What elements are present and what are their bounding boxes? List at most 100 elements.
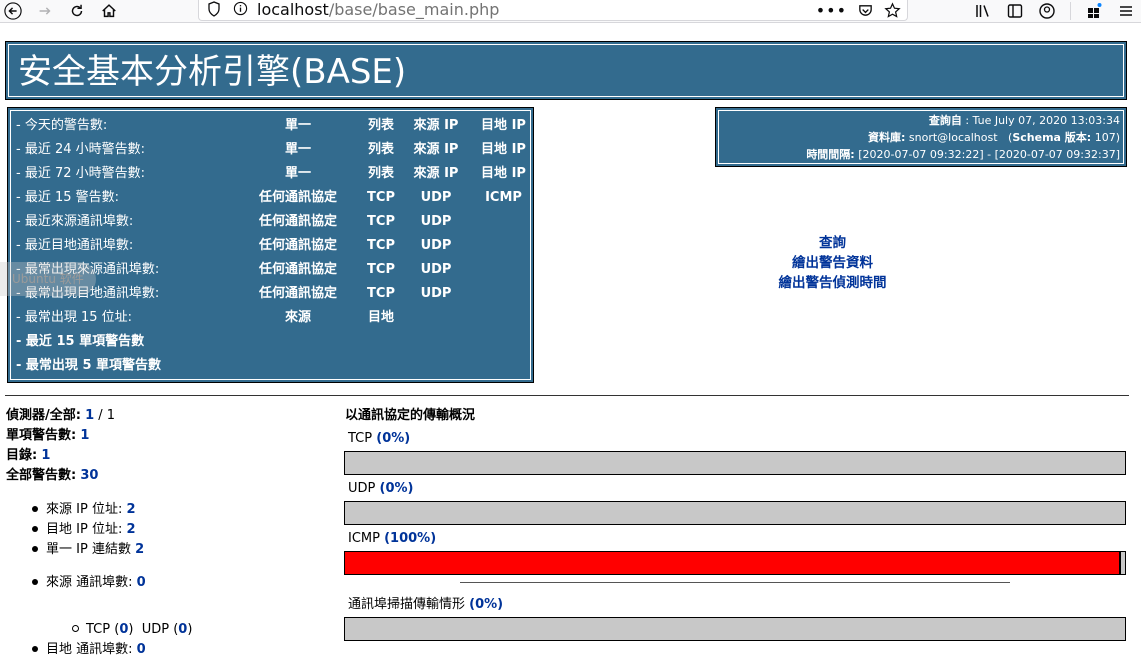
- sensors-value[interactable]: 1: [85, 408, 94, 423]
- bullet-icon: [32, 525, 38, 532]
- page-header: 安全基本分析引擎(BASE): [5, 41, 1127, 100]
- forward-button[interactable]: [32, 0, 58, 22]
- link-cell-3[interactable]: UDP: [406, 258, 466, 282]
- link-cell-4[interactable]: 目地 IP: [471, 162, 536, 186]
- extensions-icon[interactable]: [1085, 2, 1103, 20]
- link-cell-1[interactable]: 任何通訊協定: [238, 258, 358, 282]
- icmp-percent-link[interactable]: (100%): [384, 531, 436, 546]
- circle-bullet-icon: [72, 625, 79, 632]
- alert-menu-row-label: - 最近 24 小時警告數:: [16, 142, 146, 157]
- portscan-traffic-bar: [344, 617, 1126, 641]
- icmp-bar-fill: [345, 552, 1119, 574]
- link-cell-2[interactable]: 目地: [356, 306, 406, 330]
- query-info-panel: 查詢自 : Tue July 07, 2020 13:03:34 資料庫: sn…: [715, 107, 1127, 167]
- link-cell-1[interactable]: 來源: [238, 306, 358, 330]
- back-arrow-icon: [4, 2, 22, 20]
- tcp-port-value[interactable]: 0: [119, 622, 128, 637]
- alert-menu-row-label: - 最近 15 警告數:: [16, 190, 120, 205]
- portscan-name: 通訊埠掃描傳輸情形: [348, 597, 466, 612]
- bullet-icon: [32, 578, 38, 585]
- page-title: 安全基本分析引擎(BASE): [18, 52, 407, 92]
- link-cell-2[interactable]: TCP: [356, 282, 406, 306]
- link-cell-1[interactable]: 單一: [238, 138, 358, 162]
- search-link[interactable]: 查詢: [740, 233, 925, 253]
- link-cell-2[interactable]: TCP: [356, 210, 406, 234]
- alert-menu-row: - 最常出現 15 位址: 來源 目地: [16, 306, 526, 330]
- alert-menu-row: - 最近 15 警告數: 任何通訊協定 TCP UDP ICMP: [16, 186, 526, 210]
- link-cell-1[interactable]: 任何通訊協定: [238, 234, 358, 258]
- alert-menu-row-label[interactable]: - 最常出現 5 單項警告數: [16, 354, 161, 378]
- graph-alert-detection-time-link[interactable]: 繪出警告偵測時間: [740, 273, 925, 293]
- unique-ip-links-value[interactable]: 2: [135, 542, 144, 557]
- categories-label: 目錄:: [6, 448, 38, 463]
- src-ip-value[interactable]: 2: [126, 502, 135, 517]
- link-cell-3[interactable]: 來源 IP: [406, 162, 466, 186]
- url-host: localhost: [257, 0, 329, 19]
- link-cell-2[interactable]: 列表: [356, 114, 406, 138]
- site-info-icon[interactable]: [233, 1, 248, 16]
- tracking-shield-icon[interactable]: [207, 1, 221, 17]
- dst-port-value[interactable]: 0: [137, 642, 146, 657]
- dst-ip-value[interactable]: 2: [126, 522, 135, 537]
- portscan-traffic-label: 通訊埠掃描傳輸情形 (0%): [348, 596, 503, 614]
- hamburger-menu-icon[interactable]: [1117, 2, 1135, 20]
- library-icon[interactable]: [974, 2, 992, 20]
- alert-menu-row: - 最近 15 單項警告數: [16, 330, 526, 354]
- tcp-percent-link[interactable]: (0%): [376, 431, 410, 446]
- time-window-label: 時間間隔:: [806, 148, 855, 161]
- url-bar[interactable]: localhost/base/base_main.php •••: [198, 0, 908, 21]
- page-actions-icon[interactable]: •••: [816, 1, 847, 20]
- reload-button[interactable]: [64, 0, 90, 22]
- udp-percent-link[interactable]: (0%): [380, 481, 414, 496]
- database-label: 資料庫:: [868, 131, 906, 144]
- total-alerts-value[interactable]: 30: [80, 468, 98, 483]
- graph-alert-data-link[interactable]: 繪出警告資料: [740, 253, 925, 273]
- link-cell-2[interactable]: TCP: [356, 258, 406, 282]
- sidebar-icon[interactable]: [1006, 2, 1024, 20]
- list-item: 單一 IP 連結數 2: [32, 540, 144, 560]
- alert-menu-row: - 最常出現 5 單項警告數: [16, 354, 526, 378]
- icmp-traffic-bar: [344, 551, 1126, 575]
- link-cell-1[interactable]: 單一: [238, 162, 358, 186]
- pocket-icon[interactable]: [857, 2, 874, 19]
- link-cell-1[interactable]: 任何通訊協定: [238, 282, 358, 306]
- account-icon[interactable]: [1038, 2, 1056, 20]
- home-button[interactable]: [96, 0, 122, 22]
- udp-port-label: ) UDP (: [128, 622, 179, 637]
- close-paren: ): [187, 622, 193, 637]
- link-cell-3[interactable]: 來源 IP: [406, 138, 466, 162]
- link-cell-3[interactable]: UDP: [406, 186, 466, 210]
- alert-menu-row: - 今天的警告數: 單一 列表 來源 IP 目地 IP: [16, 114, 526, 138]
- back-button[interactable]: [0, 0, 26, 22]
- link-cell-1[interactable]: 單一: [238, 114, 358, 138]
- link-cell-2[interactable]: 列表: [356, 138, 406, 162]
- portscan-percent-link[interactable]: (0%): [469, 597, 503, 612]
- src-port-value[interactable]: 0: [137, 575, 146, 590]
- link-cell-1[interactable]: 任何通訊協定: [238, 186, 358, 210]
- link-cell-4[interactable]: 目地 IP: [471, 114, 536, 138]
- protocol-traffic-title: 以通訊協定的傳輸概況: [345, 408, 476, 423]
- link-cell-2[interactable]: TCP: [356, 234, 406, 258]
- categories-value[interactable]: 1: [41, 448, 50, 463]
- link-cell-3[interactable]: UDP: [406, 234, 466, 258]
- link-cell-3[interactable]: UDP: [406, 210, 466, 234]
- udp-port-value[interactable]: 0: [178, 622, 187, 637]
- list-item: 目地 IP 位址: 2: [32, 520, 144, 540]
- schema-label: Schema 版本:: [1012, 131, 1092, 144]
- link-cell-3[interactable]: 來源 IP: [406, 114, 466, 138]
- alert-menu-row-label[interactable]: - 最近 15 單項警告數: [16, 330, 144, 354]
- link-cell-4[interactable]: ICMP: [471, 186, 536, 210]
- unique-alerts-value[interactable]: 1: [80, 428, 89, 443]
- link-cell-4[interactable]: 目地 IP: [471, 138, 536, 162]
- list-item: 來源 通訊埠數: 0: [32, 573, 146, 593]
- link-cell-2[interactable]: 列表: [356, 162, 406, 186]
- query-time-row: 查詢自 : Tue July 07, 2020 13:03:34: [929, 113, 1120, 128]
- link-cell-1[interactable]: 任何通訊協定: [238, 210, 358, 234]
- udp-name: UDP: [348, 481, 376, 496]
- udp-traffic-bar: [344, 501, 1126, 525]
- tcp-traffic-bar: [344, 451, 1126, 475]
- bookmark-star-icon[interactable]: [884, 1, 901, 19]
- link-cell-3[interactable]: UDP: [406, 282, 466, 306]
- alert-menu-row: - 最近來源通訊埠數: 任何通訊協定 TCP UDP: [16, 210, 526, 234]
- link-cell-2[interactable]: TCP: [356, 186, 406, 210]
